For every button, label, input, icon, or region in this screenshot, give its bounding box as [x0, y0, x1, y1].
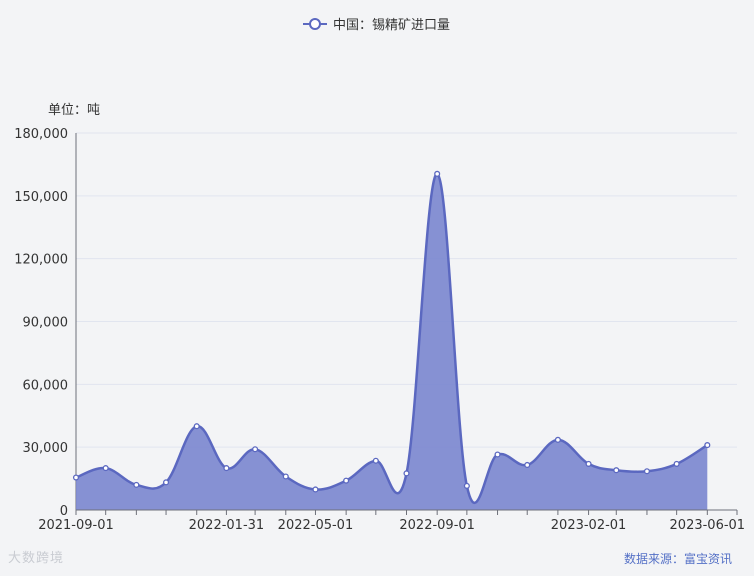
y-tick-label: 90,000 — [23, 316, 69, 331]
legend-label: 中国：锡精矿进口量 — [333, 18, 450, 33]
data-point — [613, 467, 620, 474]
legend[interactable]: 中国：锡精矿进口量 — [303, 18, 450, 33]
chart: 中国：锡精矿进口量 单位：吨 0 30,000 60,000 90,000 120,00… — [0, 0, 754, 572]
x-tick-label: 2022-05-01 — [278, 518, 354, 533]
series-area — [76, 173, 708, 510]
data-point — [554, 436, 561, 443]
data-point — [162, 479, 170, 486]
y-axis: 0 30,000 60,000 90,000 120,000 150,000 180,000 — [14, 127, 77, 519]
data-point — [372, 457, 379, 464]
y-tick-label: 180,000 — [14, 127, 68, 142]
data-point — [102, 465, 109, 472]
data-point — [223, 465, 230, 472]
y-tick-label: 30,000 — [23, 441, 69, 456]
data-point — [704, 442, 711, 449]
data-point — [585, 460, 592, 467]
data-point — [72, 474, 80, 481]
plot-area — [72, 170, 711, 510]
source-label: 数据来源：富宝资讯 — [623, 552, 732, 566]
x-tick-label: 2023-06-01 — [670, 518, 746, 533]
data-point — [133, 481, 140, 488]
grid — [76, 132, 737, 448]
y-tick-label: 0 — [60, 504, 68, 519]
data-point — [312, 486, 319, 493]
data-point — [193, 423, 200, 430]
series-line — [75, 172, 708, 505]
legend-marker-icon — [309, 18, 321, 30]
x-tick-label: 2023-02-01 — [551, 518, 627, 533]
data-point — [403, 470, 410, 477]
data-point — [524, 461, 531, 469]
y-tick-label: 150,000 — [14, 190, 68, 205]
x-tick-label: 2022-01-31 — [189, 518, 265, 533]
y-tick-label: 60,000 — [23, 378, 69, 393]
data-point — [463, 482, 470, 489]
data-point — [343, 477, 350, 484]
x-tick-label: 2022-09-01 — [399, 518, 475, 533]
data-point — [434, 170, 441, 177]
data-point — [282, 473, 289, 480]
chart-svg: 中国：锡精矿进口量 单位：吨 0 30,000 60,000 90,000 120,00… — [14, 18, 746, 533]
x-tick-label: 2021-09-01 — [38, 518, 114, 533]
watermark: 大数跨境 — [8, 551, 65, 566]
data-point — [494, 451, 501, 458]
data-point — [643, 468, 651, 475]
y-tick-label: 120,000 — [14, 253, 68, 268]
unit-label: 单位：吨 — [48, 103, 100, 118]
data-point — [252, 446, 259, 453]
data-point — [673, 460, 680, 467]
x-axis: 2021-09-01 2022-01-31 2022-05-01 2022-09-01… — [38, 509, 746, 533]
